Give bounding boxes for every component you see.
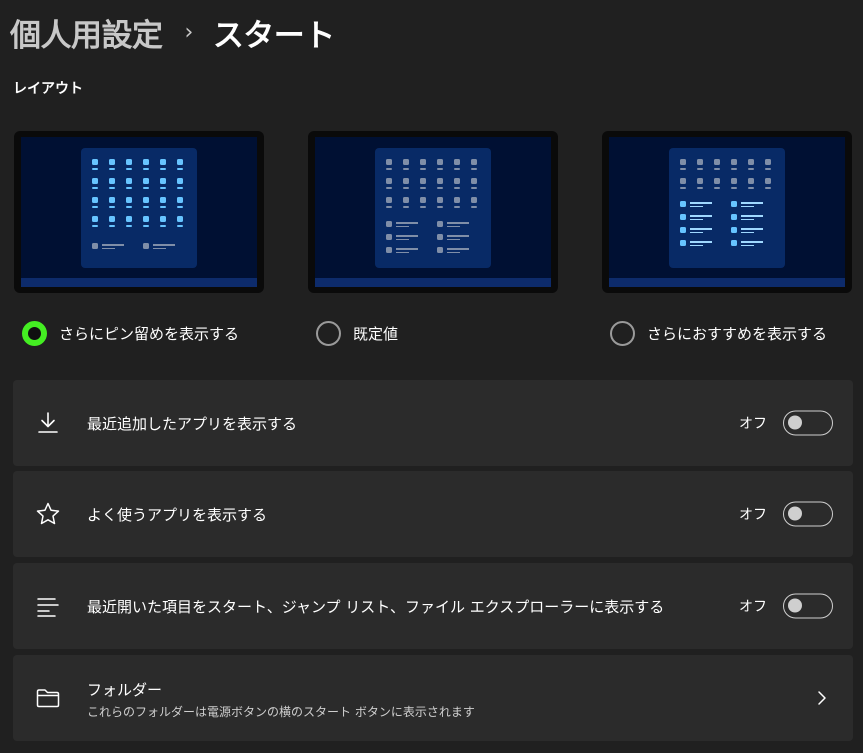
toggle-state-label: オフ	[739, 599, 767, 615]
setting-label-folders: フォルダー	[87, 681, 163, 699]
toggle-state-label: オフ	[739, 507, 767, 523]
list-icon	[37, 598, 59, 617]
setting-description-folders: これらのフォルダーは電源ボタンの横のスタート ボタンに表示されます	[87, 705, 475, 719]
toggle-recent-items[interactable]	[783, 593, 833, 619]
setting-card-most-used-apps: よく使うアプリを表示する オフ	[13, 471, 853, 557]
breadcrumb-separator-icon: ›	[184, 19, 194, 45]
setting-card-folders[interactable]: フォルダー これらのフォルダーは電源ボタンの横のスタート ボタンに表示されます	[13, 655, 853, 741]
radio-label-default: 既定値	[353, 325, 399, 343]
radio-more-pins[interactable]	[22, 321, 47, 346]
toggle-state-label: オフ	[739, 416, 767, 432]
layout-preview-more-pins[interactable]	[14, 131, 264, 293]
chevron-right-icon[interactable]	[817, 690, 827, 706]
radio-more-recommendations[interactable]	[610, 321, 635, 346]
toggle-recently-added-apps[interactable]	[783, 410, 833, 436]
toggle-knob	[788, 415, 802, 430]
setting-label-recently-added-apps: 最近追加したアプリを表示する	[87, 414, 298, 433]
layout-option-default[interactable]: 既定値	[308, 131, 558, 346]
layout-option-more-pins[interactable]: さらにピン留めを表示する	[14, 131, 264, 346]
radio-label-more-recommendations: さらにおすすめを表示する	[647, 325, 828, 343]
page-title: スタート	[212, 17, 336, 54]
radio-label-more-pins: さらにピン留めを表示する	[59, 325, 240, 343]
layout-preview-more-recommendations[interactable]	[602, 131, 852, 293]
setting-label-most-used-apps: よく使うアプリを表示する	[87, 505, 268, 524]
toggle-most-used-apps[interactable]	[783, 501, 833, 527]
layout-preview-default[interactable]	[308, 131, 558, 293]
layout-section-title: レイアウト	[13, 81, 83, 97]
radio-default[interactable]	[316, 321, 341, 346]
layout-option-more-recommendations[interactable]: さらにおすすめを表示する	[602, 131, 852, 346]
toggle-knob	[788, 506, 802, 521]
breadcrumb: 個人用設定 › スタート	[10, 8, 335, 56]
setting-label-recent-items: 最近開いた項目をスタート、ジャンプ リスト、ファイル エクスプローラーに表示する	[87, 597, 665, 616]
folder-icon	[36, 689, 60, 708]
star-icon	[36, 502, 60, 525]
toggle-knob	[788, 598, 802, 613]
setting-card-recent-items: 最近開いた項目をスタート、ジャンプ リスト、ファイル エクスプローラーに表示する…	[13, 563, 853, 649]
download-icon	[38, 412, 58, 433]
breadcrumb-parent[interactable]: 個人用設定	[10, 10, 163, 55]
setting-card-recently-added-apps: 最近追加したアプリを表示する オフ	[13, 380, 853, 466]
